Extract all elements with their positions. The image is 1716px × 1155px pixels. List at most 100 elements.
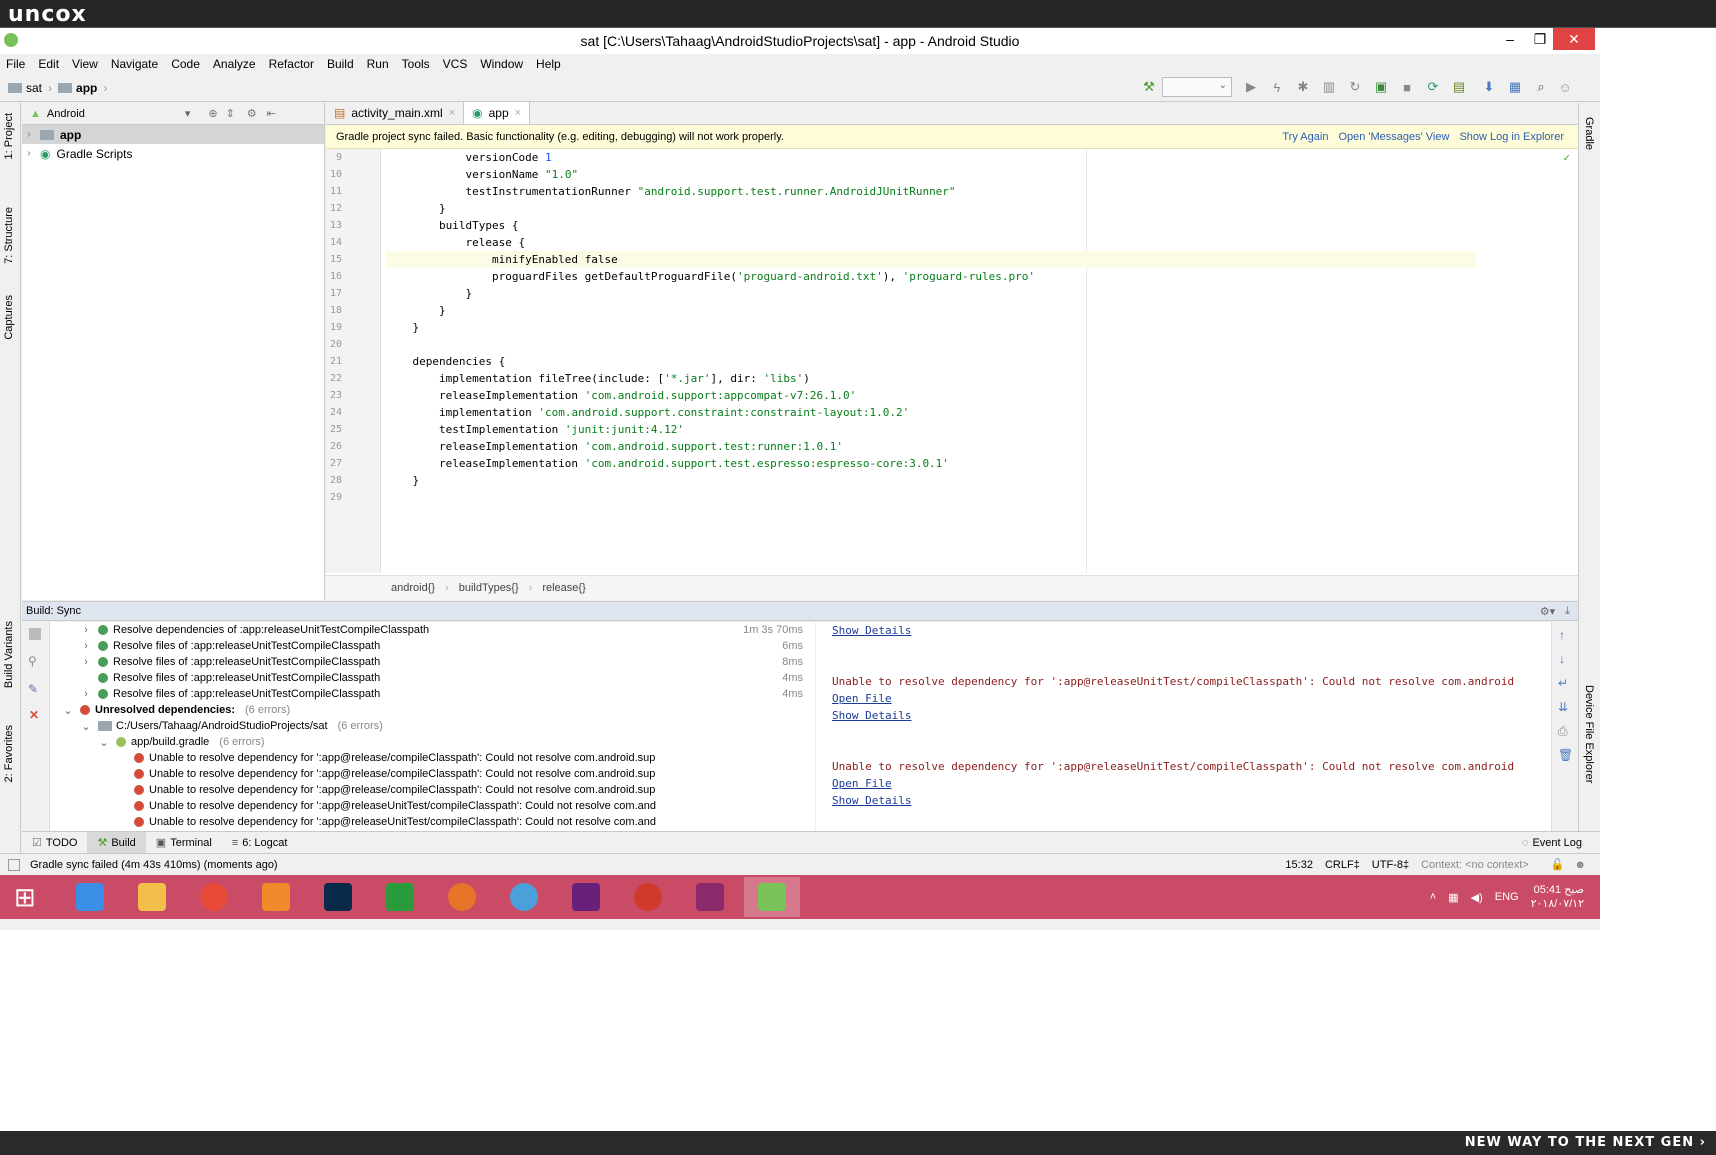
- taskbar-globe-app-button[interactable]: [496, 877, 552, 917]
- arrow-down-icon[interactable]: ↓: [1559, 652, 1565, 666]
- sync-gradle-icon[interactable]: ⟳: [1424, 78, 1442, 96]
- code-line[interactable]: versionName "1.0": [386, 166, 1476, 183]
- expand-arrow-icon[interactable]: ⌄: [60, 704, 76, 717]
- collapse-all-icon[interactable]: ⇕: [226, 107, 235, 120]
- tab-build-variants[interactable]: Build Variants: [3, 621, 15, 688]
- soft-wrap-icon[interactable]: ↵: [1558, 676, 1568, 690]
- hide-panel-icon[interactable]: ⇤: [267, 107, 276, 120]
- code-line[interactable]: releaseImplementation 'com.android.suppo…: [386, 438, 1476, 455]
- show-details-link[interactable]: Show Details: [832, 624, 911, 637]
- crumb-app[interactable]: app ›: [58, 81, 107, 95]
- build-tree-row[interactable]: Resolve files of :app:releaseUnitTestCom…: [50, 670, 815, 686]
- menu-analyze[interactable]: Analyze: [213, 57, 256, 71]
- caret-position[interactable]: 15:32: [1285, 859, 1313, 871]
- menu-tools[interactable]: Tools: [402, 57, 430, 71]
- gear-icon[interactable]: ⚙▾: [1540, 605, 1555, 618]
- code-line[interactable]: minifyEnabled false: [386, 251, 1476, 268]
- menu-file[interactable]: File: [6, 57, 25, 71]
- print-icon[interactable]: ⎙: [1558, 724, 1568, 739]
- menu-build[interactable]: Build: [327, 57, 354, 71]
- close-icon[interactable]: ✕: [29, 708, 39, 722]
- tab-device-file-explorer[interactable]: Device File Explorer: [1583, 685, 1595, 783]
- code-line[interactable]: implementation 'com.android.support.cons…: [386, 404, 1476, 421]
- open-messages-view-link[interactable]: Open 'Messages' View: [1338, 131, 1449, 143]
- menu-vcs[interactable]: VCS: [443, 57, 468, 71]
- project-view-selector[interactable]: ▲ Android ▾ ⊕ ⇕ ⚙ ⇤: [22, 103, 324, 125]
- taskbar-store-button[interactable]: [372, 877, 428, 917]
- toggle-panels-icon[interactable]: [8, 858, 20, 871]
- taskbar-android-studio-button[interactable]: [744, 877, 800, 917]
- taskbar-psiphon-button[interactable]: [620, 877, 676, 917]
- filter-icon[interactable]: ⚲: [28, 654, 37, 668]
- menu-navigate[interactable]: Navigate: [111, 57, 158, 71]
- build-tree-row[interactable]: › Resolve files of :app:releaseUnitTestCo…: [50, 638, 815, 654]
- gear-icon[interactable]: ⚙: [247, 107, 257, 120]
- taskbar-internet-explorer-button[interactable]: [62, 877, 118, 917]
- tab-favorites[interactable]: 2: Favorites: [3, 725, 15, 782]
- avd-manager-icon[interactable]: ▤: [1450, 78, 1468, 96]
- expand-arrow-icon[interactable]: ›: [22, 129, 36, 140]
- build-tree-row[interactable]: ⌄ app/build.gradle (6 errors): [50, 734, 815, 750]
- close-tab-icon[interactable]: ×: [449, 107, 455, 119]
- tree-item-app[interactable]: › app: [22, 125, 324, 144]
- show-hidden-icons-icon[interactable]: ˄: [1430, 891, 1436, 903]
- menu-run[interactable]: Run: [367, 57, 389, 71]
- crumb-release[interactable]: release{}: [542, 582, 585, 594]
- pin-icon[interactable]: ✎: [28, 682, 38, 696]
- menu-window[interactable]: Window: [480, 57, 523, 71]
- taskbar-file-explorer-button[interactable]: [124, 877, 180, 917]
- tab-gradle[interactable]: Gradle: [1583, 117, 1595, 150]
- taskbar-chrome-button[interactable]: [186, 877, 242, 917]
- stop-icon[interactable]: [29, 628, 41, 640]
- taskbar-winrar-button[interactable]: [682, 877, 738, 917]
- input-language[interactable]: ENG: [1495, 891, 1519, 903]
- debug-icon[interactable]: ✱: [1294, 78, 1312, 96]
- device-monitor-icon[interactable]: ▣: [1372, 78, 1390, 96]
- code-line[interactable]: [386, 489, 1476, 506]
- lock-icon[interactable]: 🔓: [1551, 858, 1565, 871]
- code-line[interactable]: }: [386, 319, 1476, 336]
- open-file-link[interactable]: Open File: [832, 777, 892, 790]
- expand-arrow-icon[interactable]: ›: [22, 148, 36, 159]
- build-tree-row[interactable]: Unable to resolve dependency for ':app@r…: [50, 766, 815, 782]
- code-line[interactable]: buildTypes {: [386, 217, 1476, 234]
- tree-item-gradle-scripts[interactable]: › ◉ Gradle Scripts: [22, 144, 324, 163]
- menu-help[interactable]: Help: [536, 57, 561, 71]
- code-line[interactable]: release {: [386, 234, 1476, 251]
- taskbar-visual-studio-button[interactable]: [558, 877, 614, 917]
- build-tree-row[interactable]: Unable to resolve dependency for ':app@r…: [50, 798, 815, 814]
- show-details-link[interactable]: Show Details: [832, 709, 911, 722]
- code-line[interactable]: }: [386, 200, 1476, 217]
- toolwindow-terminal[interactable]: ▣ Terminal: [146, 832, 222, 854]
- scroll-to-end-icon[interactable]: ⇊: [1558, 700, 1568, 714]
- menu-refactor[interactable]: Refactor: [269, 57, 314, 71]
- try-again-link[interactable]: Try Again: [1282, 131, 1328, 143]
- code-editor[interactable]: 9 10 11 12 13 14 15 16 17 18 19 20 21 22 23 24 25 26 27 28 2…: [326, 149, 1578, 573]
- tab-app-gradle[interactable]: ◉ app ×: [464, 102, 531, 124]
- show-log-in-explorer-link[interactable]: Show Log in Explorer: [1459, 131, 1564, 143]
- code-line[interactable]: }: [386, 285, 1476, 302]
- taskbar-firefox-button[interactable]: [434, 877, 490, 917]
- expand-arrow-icon[interactable]: ⌄: [96, 736, 112, 749]
- make-project-hammer-icon[interactable]: ⚒: [1140, 78, 1158, 96]
- build-tree-row[interactable]: ⌄ Unresolved dependencies: (6 errors): [50, 702, 815, 718]
- menu-edit[interactable]: Edit: [38, 57, 59, 71]
- code-line[interactable]: testInstrumentationRunner "android.suppo…: [386, 183, 1476, 200]
- arrow-up-icon[interactable]: ↑: [1559, 628, 1565, 642]
- code-line[interactable]: testImplementation 'junit:junit:4.12': [386, 421, 1476, 438]
- menu-view[interactable]: View: [72, 57, 98, 71]
- crumb-buildtypes[interactable]: buildTypes{}: [459, 582, 519, 594]
- search-icon[interactable]: ⌕: [1532, 78, 1550, 96]
- scroll-from-source-icon[interactable]: ⊕: [208, 107, 217, 120]
- expand-arrow-icon[interactable]: ›: [78, 688, 94, 700]
- code-line[interactable]: versionCode 1: [386, 149, 1476, 166]
- expand-arrow-icon[interactable]: ›: [78, 640, 94, 652]
- tab-project[interactable]: 1: Project: [3, 113, 15, 159]
- tab-activity-main-xml[interactable]: ▤ activity_main.xml ×: [326, 102, 465, 124]
- build-tree-row[interactable]: Unable to resolve dependency for ':app@r…: [50, 782, 815, 798]
- profile-icon[interactable]: ▥: [1320, 78, 1338, 96]
- toolwindow-build[interactable]: ⚒ Build: [87, 831, 146, 854]
- code-line[interactable]: }: [386, 472, 1476, 489]
- show-details-link[interactable]: Show Details: [832, 794, 911, 807]
- tab-captures[interactable]: Captures: [3, 295, 15, 340]
